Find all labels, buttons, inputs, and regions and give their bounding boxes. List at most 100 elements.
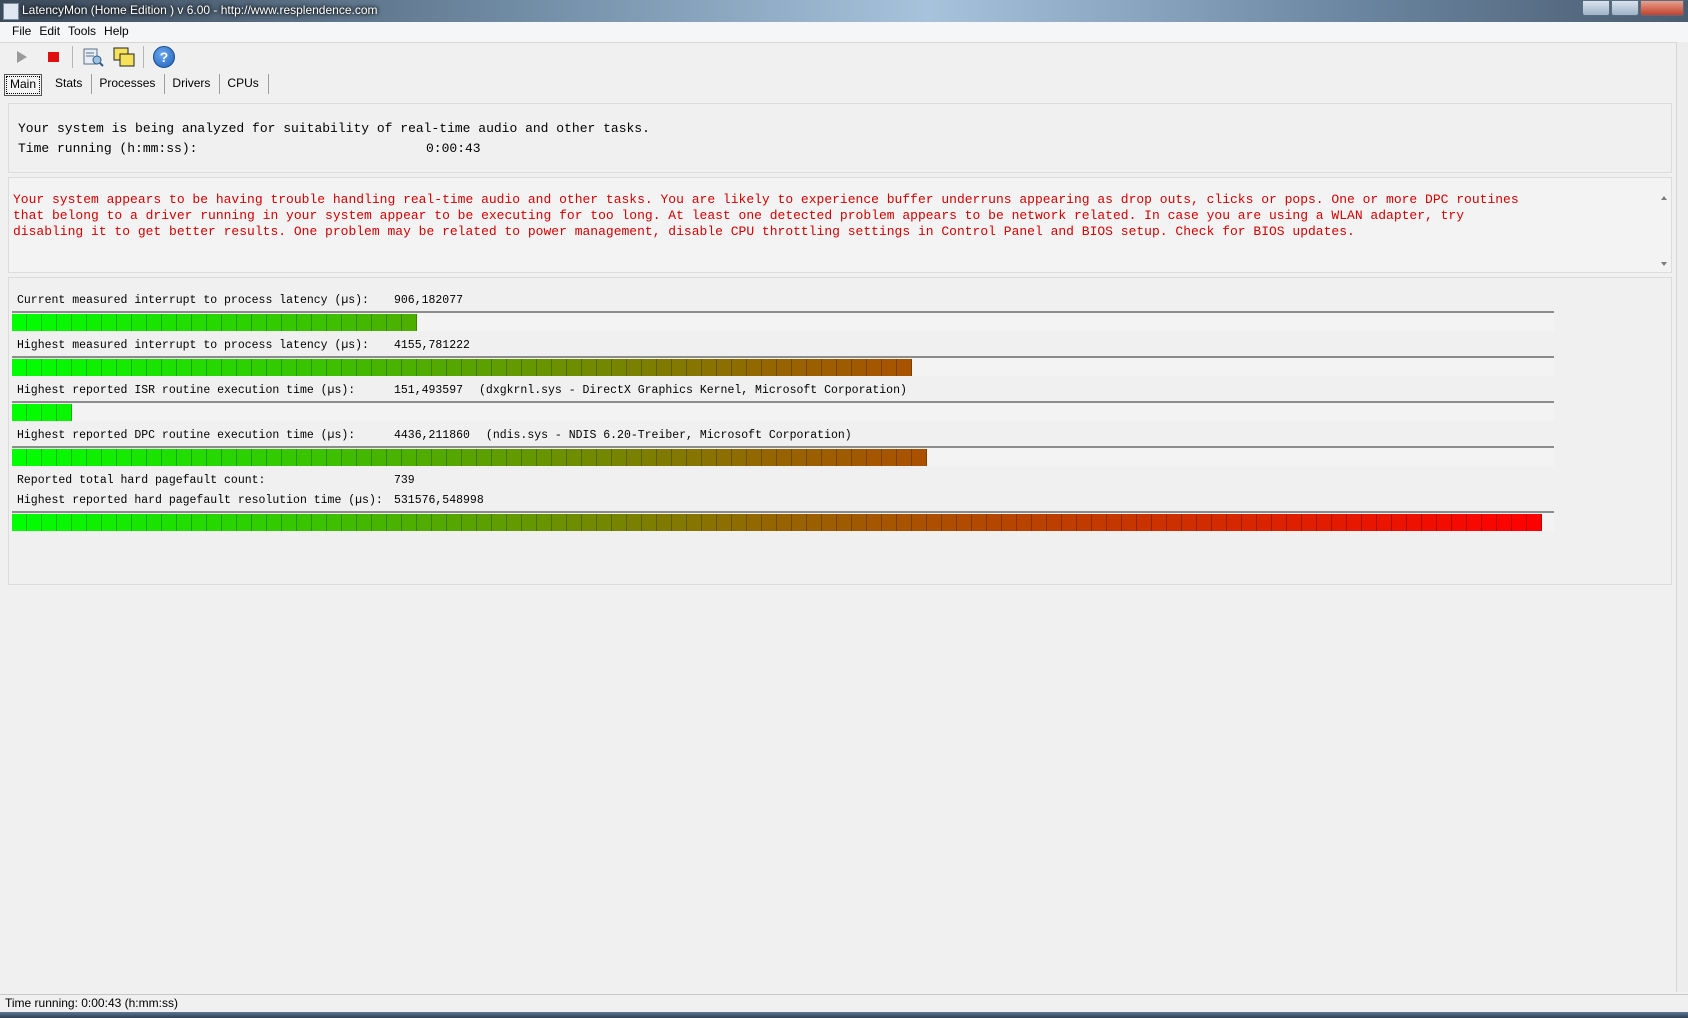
bar-segment <box>1122 514 1137 531</box>
tab-drivers[interactable]: Drivers <box>165 74 221 94</box>
bar-segment <box>777 514 792 531</box>
metric-detail: (dxgkrnl.sys - DirectX Graphics Kernel, … <box>479 384 907 397</box>
bar-segment <box>192 359 207 376</box>
bar-segment <box>732 359 747 376</box>
bar-segment <box>72 514 87 531</box>
bar-segment <box>1167 514 1182 531</box>
scroll-up-icon[interactable] <box>1661 196 1667 200</box>
menu-file[interactable]: File <box>8 22 35 38</box>
bar-segment <box>207 514 222 531</box>
menu-edit[interactable]: Edit <box>35 22 64 38</box>
bar-segment <box>132 359 147 376</box>
play-button[interactable] <box>10 45 34 69</box>
window-button[interactable] <box>112 45 136 69</box>
bar-segment <box>417 449 432 466</box>
bar-segment <box>777 359 792 376</box>
bar-segment <box>117 514 132 531</box>
bar-segment <box>147 314 162 331</box>
latency-bar <box>12 356 1554 376</box>
bar-segment <box>57 359 72 376</box>
bar-segment <box>387 514 402 531</box>
bar-segment <box>792 514 807 531</box>
help-button[interactable]: ? <box>152 45 176 69</box>
bar-segment <box>1197 514 1212 531</box>
bar-segment <box>387 359 402 376</box>
bar-segment <box>717 514 732 531</box>
bar-segment <box>552 359 567 376</box>
bar-segment <box>237 359 252 376</box>
tab-stats[interactable]: Stats <box>48 74 93 94</box>
metric-value: 739 <box>394 474 415 487</box>
warning-scrollbar[interactable] <box>1659 194 1669 268</box>
bar-segment <box>57 449 72 466</box>
bar-segment <box>582 514 597 531</box>
window-controls <box>1581 0 1684 16</box>
title-bar: LatencyMon (Home Edition ) v 6.00 - http… <box>0 0 1688 22</box>
bar-segment <box>642 449 657 466</box>
bar-segment <box>762 449 777 466</box>
bar-segment <box>1107 514 1122 531</box>
bar-segment <box>1392 514 1407 531</box>
metric-label: Highest reported hard pagefault resoluti… <box>17 494 383 507</box>
close-button[interactable] <box>1640 0 1684 16</box>
bar-segment <box>342 314 357 331</box>
metric-value: 906,182077 <box>394 294 463 307</box>
app-icon <box>3 3 19 20</box>
bar-segment <box>657 359 672 376</box>
bar-segment <box>837 359 852 376</box>
bar-segment <box>162 449 177 466</box>
bar-segment <box>312 514 327 531</box>
bar-segment <box>642 359 657 376</box>
bar-segment <box>282 359 297 376</box>
stop-button[interactable] <box>41 45 65 69</box>
tab-processes[interactable]: Processes <box>92 74 166 94</box>
menu-tools[interactable]: Tools <box>64 22 100 38</box>
bar-segment <box>1182 514 1197 531</box>
bar-segment <box>312 449 327 466</box>
bar-segment <box>267 449 282 466</box>
bar-segment <box>807 449 822 466</box>
bar-segment <box>1242 514 1257 531</box>
bar-segment <box>507 359 522 376</box>
bar-segment <box>447 514 462 531</box>
tab-main[interactable]: Main <box>4 74 43 96</box>
bar-segment <box>402 314 417 331</box>
report-button[interactable] <box>81 45 105 69</box>
bar-segment <box>372 359 387 376</box>
bar-segment <box>267 314 282 331</box>
bar-segment <box>177 359 192 376</box>
bar-segment <box>1257 514 1272 531</box>
bar-segment <box>822 359 837 376</box>
bar-segment <box>282 514 297 531</box>
bar-segment <box>417 514 432 531</box>
bar-segment <box>567 514 582 531</box>
bar-segment <box>327 449 342 466</box>
bar-segment <box>132 314 147 331</box>
toolbar-separator <box>143 46 144 68</box>
bar-segment <box>162 514 177 531</box>
bar-segment <box>882 359 897 376</box>
bar-segment <box>27 449 42 466</box>
bar-segment <box>612 449 627 466</box>
bar-segment <box>522 359 537 376</box>
menu-help[interactable]: Help <box>100 22 133 38</box>
minimize-button[interactable] <box>1582 0 1610 16</box>
bar-segment <box>12 359 27 376</box>
bar-segment <box>252 314 267 331</box>
bar-segment <box>897 514 912 531</box>
bar-segment <box>537 514 552 531</box>
taskbar <box>0 1012 1688 1018</box>
bar-segment <box>57 314 72 331</box>
tab-cpus[interactable]: CPUs <box>220 74 269 94</box>
scroll-down-icon[interactable] <box>1661 262 1667 266</box>
bar-segment <box>867 359 882 376</box>
maximize-button[interactable] <box>1611 0 1639 16</box>
bar-segment <box>627 359 642 376</box>
bar-segment <box>702 359 717 376</box>
bar-segment <box>672 359 687 376</box>
bar-segment <box>687 359 702 376</box>
window-scrollbar[interactable] <box>1676 42 1688 992</box>
bar-segment <box>1212 514 1227 531</box>
bar-segment <box>372 449 387 466</box>
bar-segment <box>672 449 687 466</box>
